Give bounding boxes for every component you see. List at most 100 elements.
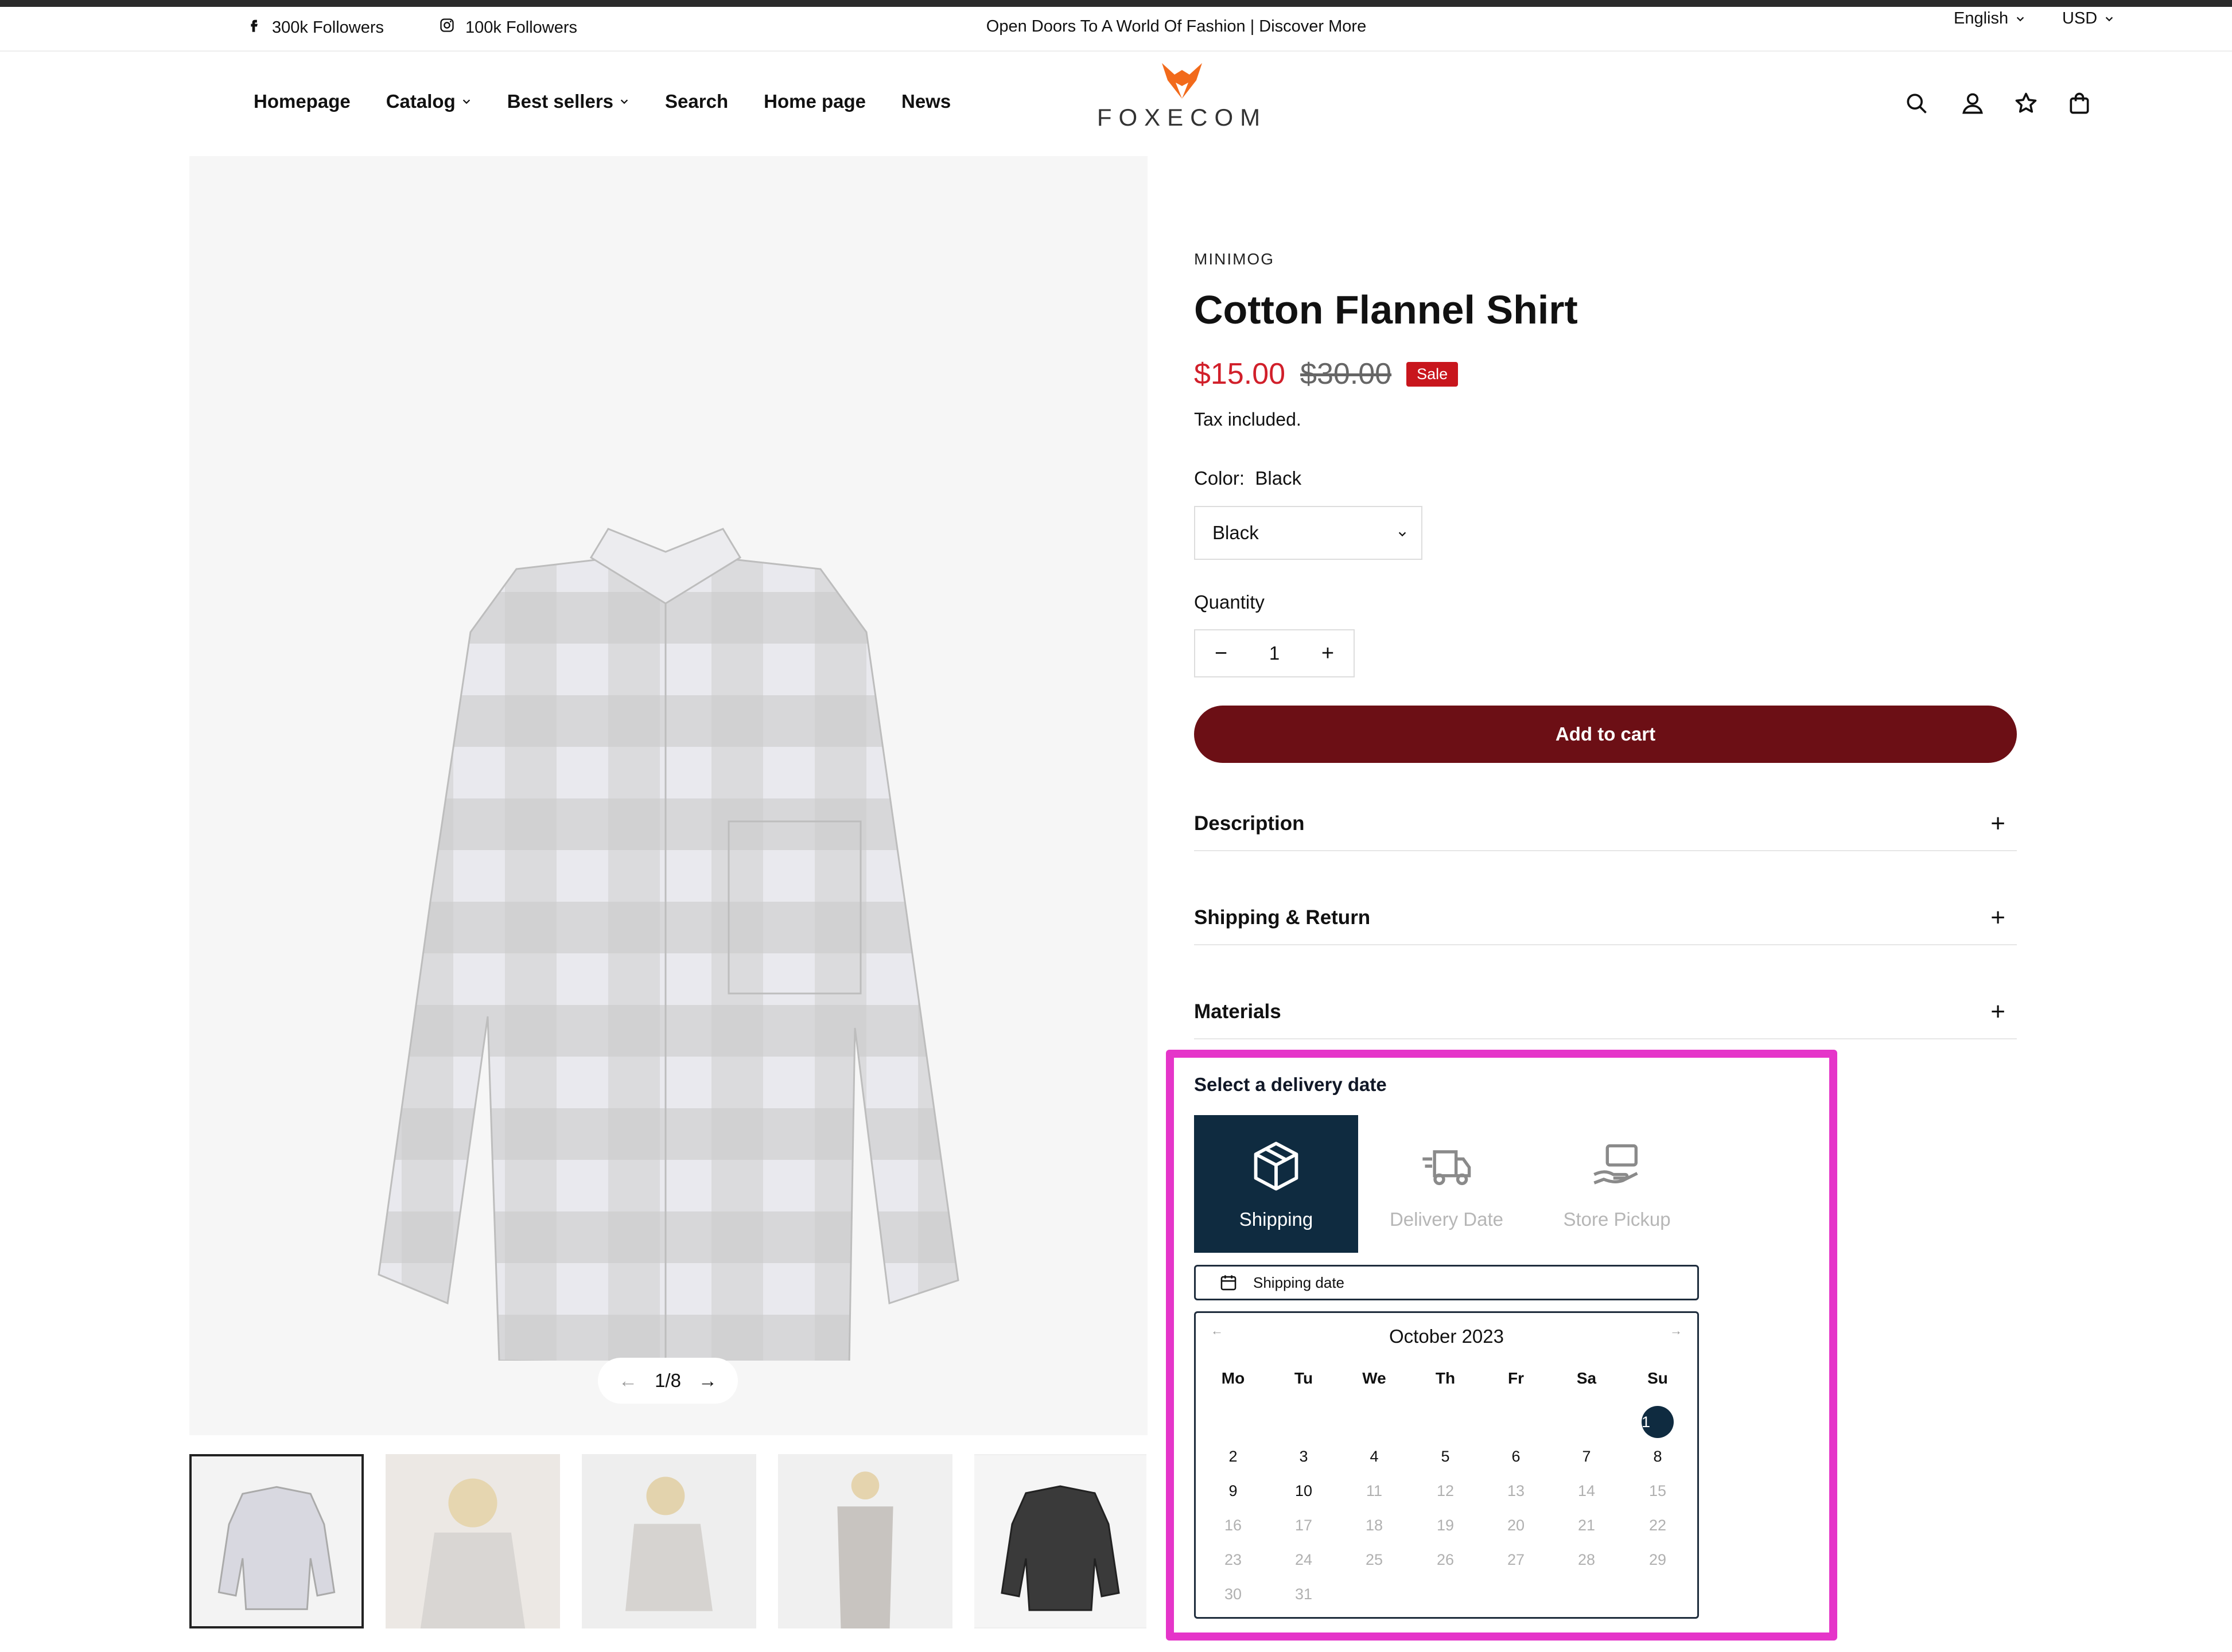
chevron-down-icon: [2106, 17, 2113, 21]
calendar-month: October 2023: [1389, 1326, 1504, 1347]
gallery-counter: 1/8: [655, 1370, 681, 1391]
chevron-down-icon: [462, 99, 470, 104]
announcement-message[interactable]: Open Doors To A World Of Fashion | Disco…: [803, 17, 1549, 36]
color-label: Color:: [1194, 467, 1245, 489]
quantity-stepper: − 1 +: [1194, 629, 1355, 677]
calendar-day[interactable]: 7: [1570, 1440, 1603, 1472]
option-delivery-date[interactable]: Delivery Date: [1364, 1115, 1529, 1253]
product-title: Cotton Flannel Shirt: [1194, 287, 1578, 332]
thumbnail-1[interactable]: [189, 1454, 364, 1628]
facebook-icon: [246, 17, 262, 38]
calendar-day[interactable]: 9: [1217, 1475, 1249, 1507]
hand-package-icon: [1593, 1144, 1638, 1185]
calendar-day: 19: [1436, 1517, 1455, 1534]
top-border: [0, 0, 2232, 7]
calendar-day: 25: [1365, 1551, 1383, 1568]
accordion-shipping-return[interactable]: Shipping & Return +: [1194, 891, 2017, 945]
calendar-day[interactable]: 2: [1217, 1440, 1249, 1472]
calendar-day: 31: [1294, 1585, 1313, 1603]
weekday-label: Th: [1435, 1369, 1456, 1387]
cart-button[interactable]: [2067, 91, 2092, 119]
calendar-day: 16: [1224, 1517, 1242, 1534]
calendar-day[interactable]: 5: [1429, 1440, 1461, 1472]
user-icon: [1962, 93, 1983, 114]
calendar-day: 18: [1365, 1517, 1383, 1534]
nav-homepage[interactable]: Homepage: [254, 91, 351, 112]
color-label-row: Color: Black: [1194, 467, 1301, 489]
minus-icon[interactable]: −: [1195, 641, 1247, 666]
weekday-label: Su: [1647, 1369, 1668, 1387]
accordion-materials[interactable]: Materials +: [1194, 985, 2017, 1039]
calendar-day: 14: [1577, 1482, 1596, 1499]
plus-icon[interactable]: +: [1302, 641, 1354, 666]
thumbnail-2[interactable]: [386, 1454, 560, 1628]
calendar-day[interactable]: 1: [1642, 1406, 1674, 1438]
language-label: English: [1954, 9, 2009, 28]
option-shipping[interactable]: Shipping: [1194, 1115, 1358, 1253]
color-select[interactable]: Black: [1194, 506, 1422, 560]
nav-news[interactable]: News: [901, 91, 951, 112]
calendar: ← October 2023 → Mo Tu We Th Fr Sa Su 12345678…: [1194, 1311, 1699, 1619]
color-value: Black: [1255, 467, 1302, 489]
option-store-pickup[interactable]: Store Pickup: [1535, 1115, 1699, 1253]
thumbnail-5[interactable]: [974, 1454, 1146, 1628]
nav-best-sellers[interactable]: Best sellers: [507, 91, 613, 112]
calendar-day: 21: [1577, 1517, 1596, 1534]
calendar-day[interactable]: 4: [1358, 1440, 1390, 1472]
weekday-label: Tu: [1294, 1369, 1313, 1387]
calendar-day: 28: [1577, 1551, 1596, 1568]
thumbnail-image: [582, 1454, 756, 1628]
arrow-right-icon[interactable]: →: [698, 1370, 717, 1392]
compare-price: $30.00: [1300, 357, 1392, 391]
product-vendor[interactable]: MINIMOG: [1194, 250, 1274, 268]
weekday-label: Mo: [1221, 1369, 1245, 1387]
product-gallery: ← 1/8 →: [189, 156, 1148, 1435]
calendar-day: 30: [1224, 1585, 1242, 1603]
add-to-cart-button[interactable]: Add to cart: [1194, 706, 2017, 763]
truck-icon: [1422, 1150, 1471, 1186]
fox-logo-icon: [1162, 63, 1202, 99]
product-image[interactable]: [298, 385, 1039, 1361]
nav-catalog[interactable]: Catalog: [386, 91, 456, 112]
calendar-day: 17: [1294, 1517, 1313, 1534]
shipping-date-input[interactable]: Shipping date: [1194, 1265, 1699, 1300]
sale-badge: Sale: [1406, 361, 1459, 387]
gallery-pager: ← 1/8 →: [598, 1358, 738, 1404]
price-row: $15.00 $30.00 Sale: [1194, 357, 1459, 391]
search-button[interactable]: [1904, 91, 1929, 119]
calendar-day[interactable]: 6: [1500, 1440, 1532, 1472]
search-icon: [1907, 93, 1927, 114]
arrow-left-icon[interactable]: ←: [619, 1370, 637, 1392]
delivery-title: Select a delivery date: [1194, 1074, 1387, 1095]
quantity-label: Quantity: [1194, 591, 1265, 613]
account-button[interactable]: [1960, 91, 1985, 119]
nav-home-page[interactable]: Home page: [764, 91, 866, 112]
calendar-day: 24: [1294, 1551, 1313, 1568]
sale-price: $15.00: [1194, 357, 1286, 391]
thumbnail-image: [192, 1456, 361, 1626]
thumbnail-3[interactable]: [582, 1454, 756, 1628]
instagram-link[interactable]: 100k Followers: [439, 17, 577, 38]
language-selector[interactable]: English: [1954, 9, 2025, 28]
accordion-title: Shipping & Return: [1194, 906, 1371, 929]
logo[interactable]: FOXECOM: [1096, 57, 1268, 149]
calendar-day[interactable]: 3: [1288, 1440, 1320, 1472]
facebook-link[interactable]: 300k Followers: [246, 17, 384, 38]
thumbnail-4[interactable]: [778, 1454, 952, 1628]
wishlist-button[interactable]: [2013, 91, 2039, 119]
color-select-value: Black: [1212, 522, 1259, 543]
accordion-description[interactable]: Description +: [1194, 797, 2017, 851]
calendar-day: 29: [1648, 1551, 1667, 1568]
facebook-followers: 300k Followers: [272, 18, 384, 37]
option-label: Delivery Date: [1389, 1209, 1504, 1230]
calendar-day: 27: [1507, 1551, 1525, 1568]
calendar-day[interactable]: 10: [1288, 1475, 1320, 1507]
next-month-icon[interactable]: →: [1670, 1323, 1682, 1338]
star-icon: [2015, 92, 2037, 113]
currency-selector[interactable]: USD: [2062, 9, 2114, 28]
calendar-day[interactable]: 8: [1642, 1440, 1674, 1472]
nav-search[interactable]: Search: [665, 91, 728, 112]
quantity-value[interactable]: 1: [1269, 642, 1280, 664]
calendar-icon: [1220, 1275, 1236, 1291]
calendar-day: 13: [1507, 1482, 1525, 1499]
